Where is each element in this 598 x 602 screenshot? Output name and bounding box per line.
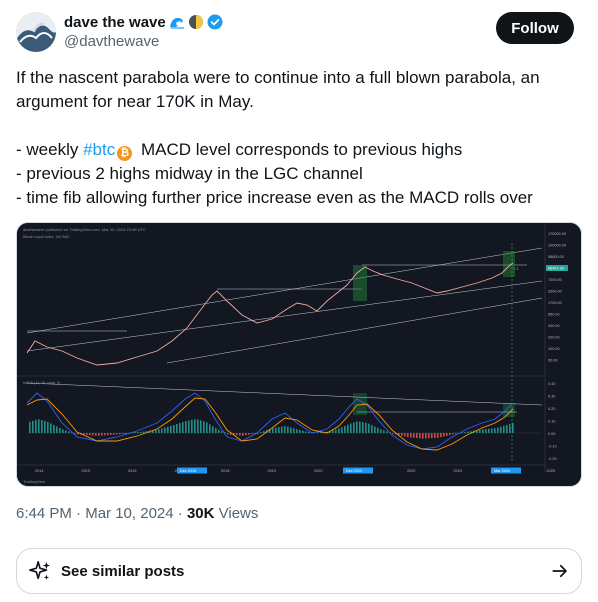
x-tick-label: 2014	[35, 469, 43, 473]
x-tick-label: 2025	[547, 469, 555, 473]
macd-tick-label: 0.30	[548, 395, 555, 399]
chart-image[interactable]: davthewave published on TradingView.com,…	[16, 222, 582, 487]
tweet-line: If the nascent parabola were to continue…	[16, 68, 540, 111]
tradingview-watermark: TradingView	[23, 479, 45, 484]
sparkle-icon	[29, 561, 51, 581]
half-moon-icon	[188, 15, 203, 29]
fib-label: 1.3	[513, 267, 518, 271]
see-similar-posts-button[interactable]: See similar posts	[16, 548, 582, 594]
bullet-text: - weekly	[16, 140, 84, 159]
tweet-bullet: - previous 2 highs midway in the LGC cha…	[16, 164, 363, 183]
meta-separator: ·	[71, 505, 86, 522]
price-badge: 68457.39	[548, 267, 564, 271]
price-tick-label: 7000.00	[548, 278, 562, 282]
x-highlight-label: Dec 2020	[346, 469, 362, 473]
wave-icon	[169, 17, 184, 29]
chart-header: davthewave published on TradingView.com,…	[23, 227, 146, 232]
bullet-text: MACD level corresponds to previous highs	[136, 140, 463, 159]
x-tick-label: 2022	[407, 469, 415, 473]
x-tick-label: 2018	[221, 469, 229, 473]
tweet: dave the wave @davthewave Follow If the …	[0, 0, 598, 602]
price-tick-label: 1700.00	[548, 301, 562, 305]
x-highlight-label: Mar 2024	[494, 469, 510, 473]
price-tick-label: 170000.00	[548, 232, 566, 236]
price-tick-label: 200.00	[548, 336, 560, 340]
price-tick-label: 3500.00	[548, 290, 562, 294]
tweet-date[interactable]: Mar 10, 2024	[85, 505, 173, 522]
x-highlight-label: Dec 2016	[180, 469, 196, 473]
tweet-time[interactable]: 6:44 PM	[16, 505, 72, 522]
macd-tick-label: 0.10	[548, 420, 555, 424]
x-tick-label: 2016	[128, 469, 136, 473]
price-tick-label: 400.00	[548, 324, 560, 328]
x-tick-label: 2020	[314, 469, 322, 473]
meta-separator: ·	[173, 505, 187, 522]
price-tick-label: 100.00	[548, 347, 560, 351]
price-tick-label: 58800.00	[548, 255, 564, 259]
hashtag-link[interactable]: #btc	[83, 140, 115, 159]
author-name-row: dave the wave	[64, 12, 223, 32]
avatar[interactable]	[16, 12, 56, 52]
macd-tick-label: 0.40	[548, 382, 555, 386]
views-label: Views	[214, 505, 259, 522]
tweet-bullet: - time fib allowing further price increa…	[16, 188, 533, 207]
see-similar-label: See similar posts	[61, 562, 185, 580]
macd-tick-label: -0.20	[548, 457, 557, 461]
macd-tick-label: 0.00	[548, 432, 555, 436]
verified-badge-icon	[207, 14, 223, 30]
price-tick-label: 100000.00	[548, 244, 566, 248]
tweet-meta: 6:44 PM · Mar 10, 2024 · 30K Views	[16, 505, 258, 522]
tweet-bullet: - weekly #btc ₿ MACD level corresponds to…	[16, 138, 582, 162]
follow-button[interactable]: Follow	[496, 12, 574, 44]
bitcoin-icon: ₿	[117, 146, 133, 161]
arrow-right-icon	[552, 564, 567, 578]
macd-tick-label: -0.10	[548, 445, 557, 449]
price-tick-label: 50.00	[548, 359, 558, 363]
author-name[interactable]: dave the wave	[64, 14, 166, 31]
x-tick-label: 2015	[82, 469, 90, 473]
tweet-text: If the nascent parabola were to continue…	[16, 66, 582, 210]
price-tick-label: 850.00	[548, 313, 560, 317]
x-tick-label: 2023	[454, 469, 462, 473]
macd-tick-label: 0.20	[548, 407, 555, 411]
author-handle[interactable]: @davthewave	[64, 33, 159, 50]
views-count: 30K	[186, 505, 215, 522]
chart-symbol: Bitcoin Liquid Index, 1W, BNC	[23, 235, 70, 239]
x-tick-label: 2019	[268, 469, 276, 473]
